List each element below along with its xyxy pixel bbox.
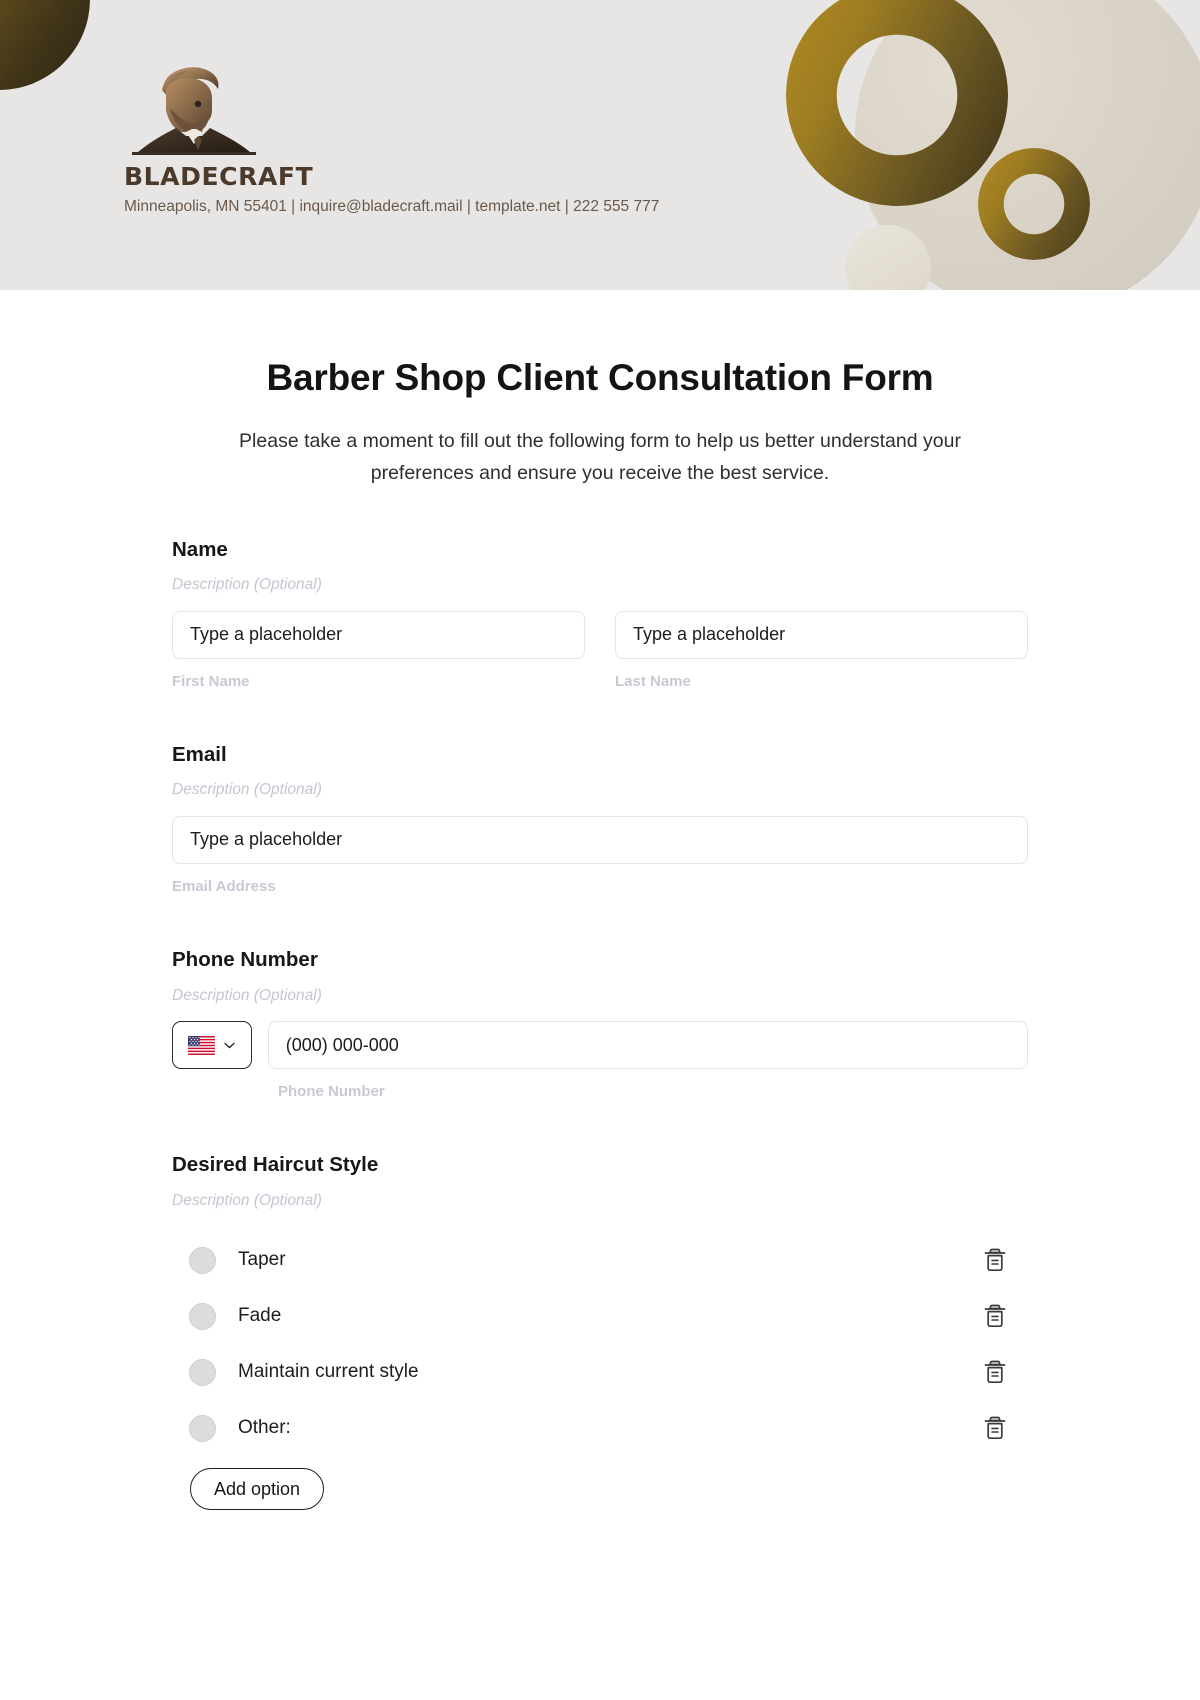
- first-name-column: First Name: [172, 610, 585, 691]
- radio-button-taper[interactable]: [189, 1246, 216, 1274]
- email-column: Email Address: [172, 815, 1028, 896]
- option-label: Other:: [238, 1417, 291, 1439]
- brand-name: BLADECRAFT: [124, 162, 314, 191]
- email-input-row: Email Address: [172, 815, 1028, 896]
- radio-button-other[interactable]: [189, 1414, 216, 1442]
- option-row[interactable]: Other:: [172, 1400, 1028, 1456]
- decorative-gold-ring-small: [978, 148, 1090, 260]
- haircut-style-options: Taper Fade Maintain current style Other:…: [172, 1232, 1028, 1511]
- field-email: Email Description (Optional) Email Addre…: [172, 743, 1028, 896]
- field-email-label: Email: [172, 742, 227, 766]
- first-name-input[interactable]: [172, 610, 585, 659]
- delete-option-other-icon[interactable]: [982, 1414, 1008, 1442]
- decorative-dark-circle: [0, 0, 90, 90]
- option-row[interactable]: Fade: [172, 1288, 1028, 1344]
- brand-contact-line: Minneapolis, MN 55401 | inquire@bladecra…: [124, 198, 660, 215]
- first-name-sub-label: First Name: [172, 672, 250, 690]
- barber-bust-logo-icon: [132, 67, 256, 155]
- radio-button-maintain-current-style[interactable]: [189, 1358, 216, 1386]
- chevron-down-icon: [224, 1042, 236, 1048]
- field-phone: Phone Number Description (Optional) (000…: [172, 948, 1028, 1101]
- option-label: Maintain current style: [238, 1361, 419, 1383]
- last-name-sub-label: Last Name: [615, 672, 691, 690]
- email-input[interactable]: [172, 815, 1028, 864]
- email-sub-label: Email Address: [172, 877, 276, 895]
- field-phone-label: Phone Number: [172, 947, 318, 971]
- phone-number-input[interactable]: [267, 1021, 1028, 1070]
- form-fields: Name Description (Optional) First Name L…: [172, 538, 1028, 1511]
- form-subtitle: Please take a moment to fill out the fol…: [239, 430, 961, 484]
- field-haircut-style-label: Desired Haircut Style: [172, 1153, 379, 1177]
- field-email-description: Description (Optional): [172, 781, 322, 799]
- field-name: Name Description (Optional) First Name L…: [172, 538, 1028, 691]
- field-name-label: Name: [172, 537, 228, 561]
- phone-input-row: [172, 1021, 1028, 1070]
- delete-option-maintain-current-style-icon[interactable]: [982, 1358, 1008, 1386]
- page-title: Barber Shop Client Consultation Form: [266, 357, 934, 398]
- field-haircut-style-description: Description (Optional): [172, 1191, 322, 1209]
- option-label: Taper: [238, 1249, 286, 1271]
- page-header: BLADECRAFT Minneapolis, MN 55401 | inqui…: [0, 0, 1200, 290]
- delete-option-taper-icon[interactable]: [982, 1246, 1008, 1274]
- form-sheet: Barber Shop Client Consultation Form Ple…: [0, 290, 1200, 1511]
- add-option-button[interactable]: Add option: [190, 1468, 325, 1511]
- radio-button-fade[interactable]: [189, 1302, 216, 1330]
- country-code-select[interactable]: [172, 1021, 252, 1070]
- phone-sub-label: Phone Number: [278, 1083, 385, 1101]
- delete-option-fade-icon[interactable]: [982, 1302, 1008, 1330]
- option-row[interactable]: Taper: [172, 1232, 1028, 1288]
- field-name-description: Description (Optional): [172, 576, 322, 594]
- name-input-row: First Name Last Name: [172, 610, 1028, 691]
- us-flag-icon: [188, 1035, 216, 1055]
- option-label: Fade: [238, 1305, 282, 1327]
- last-name-column: Last Name: [615, 610, 1028, 691]
- last-name-input[interactable]: [615, 610, 1028, 659]
- brand-block: BLADECRAFT Minneapolis, MN 55401 | inqui…: [124, 62, 659, 215]
- field-haircut-style: Desired Haircut Style Description (Optio…: [172, 1153, 1028, 1511]
- option-row[interactable]: Maintain current style: [172, 1344, 1028, 1400]
- field-phone-description: Description (Optional): [172, 986, 322, 1004]
